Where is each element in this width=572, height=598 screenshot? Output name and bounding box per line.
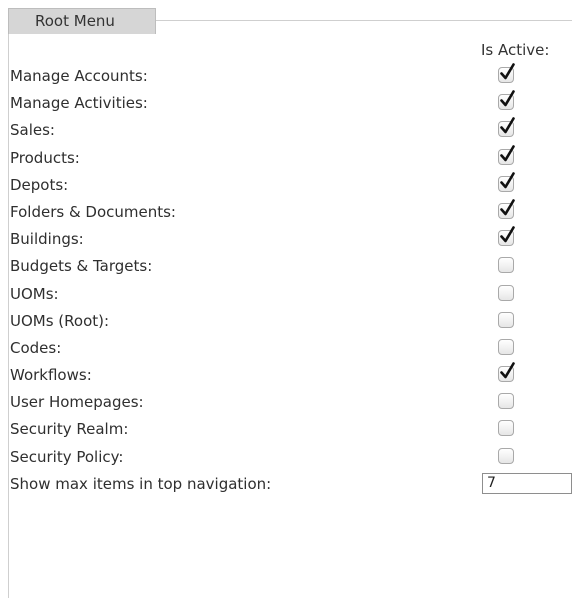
row-manage-activities: Manage Activities: [10,89,570,116]
is-active-checkbox[interactable] [498,447,514,464]
checkmark-icon [500,226,515,243]
checkmark-icon [500,362,515,379]
row-sales: Sales: [10,116,570,143]
row-label: UOMs (Root): [10,311,110,330]
checkmark-icon [500,117,515,134]
row-security-policy: Security Policy: [10,443,570,470]
row-max-items: Show max items in top navigation: [10,470,572,497]
is-active-checkbox[interactable] [498,117,515,138]
row-uoms-root: UOMs (Root): [10,307,570,334]
row-codes: Codes: [10,334,570,361]
checkmark-icon [500,90,515,107]
row-label: Folders & Documents: [10,202,176,221]
menu-settings-list: Manage Accounts: Manage Activities: Sale… [10,62,572,497]
row-label: Buildings: [10,230,84,249]
is-active-checkbox[interactable] [498,90,515,111]
row-label: Workflows: [10,366,92,385]
row-label: Manage Accounts: [10,67,148,85]
max-items-label: Show max items in top navigation: [10,474,272,493]
is-active-checkbox[interactable] [498,226,515,247]
root-menu-tab[interactable]: Root Menu [8,8,156,34]
is-active-column-header: Is Active: [481,41,550,59]
row-label: Depots: [10,175,69,194]
is-active-checkbox[interactable] [498,144,515,165]
row-budgets-targets: Budgets & Targets: [10,252,570,279]
is-active-checkbox[interactable] [498,199,515,219]
row-label: Budgets & Targets: [10,257,153,276]
checkmark-icon [500,63,515,80]
row-user-homepages: User Homepages: [10,388,570,415]
row-workflows: Workflows: [10,361,570,388]
row-label: Security Policy: [10,447,124,466]
is-active-checkbox[interactable] [498,420,514,437]
is-active-checkbox[interactable] [498,338,514,355]
is-active-checkbox[interactable] [498,171,515,192]
row-label: User Homepages: [10,393,144,412]
row-buildings: Buildings: [10,225,570,252]
row-depots: Depots: [10,171,570,198]
row-label: Products: [10,148,80,167]
max-items-input[interactable] [482,472,572,494]
row-manage-accounts: Manage Accounts: [10,62,570,89]
row-security-realm: Security Realm: [10,415,570,442]
row-products: Products: [10,144,570,171]
is-active-checkbox[interactable] [498,311,514,328]
checkmark-icon [500,144,515,161]
row-uoms: UOMs: [10,280,570,307]
row-folders-documents: Folders & Documents: [10,198,570,225]
row-label: Codes: [10,338,62,357]
row-label: Manage Activities: [10,94,148,113]
checkmark-icon [500,199,515,216]
row-label: Security Realm: [10,420,129,439]
checkmark-icon [500,171,515,189]
is-active-checkbox[interactable] [498,362,515,383]
is-active-checkbox[interactable] [498,393,514,410]
row-label: Sales: [10,121,55,140]
is-active-checkbox[interactable] [498,257,514,274]
row-label: UOMs: [10,284,59,303]
is-active-checkbox[interactable] [498,63,515,83]
is-active-checkbox[interactable] [498,284,514,301]
